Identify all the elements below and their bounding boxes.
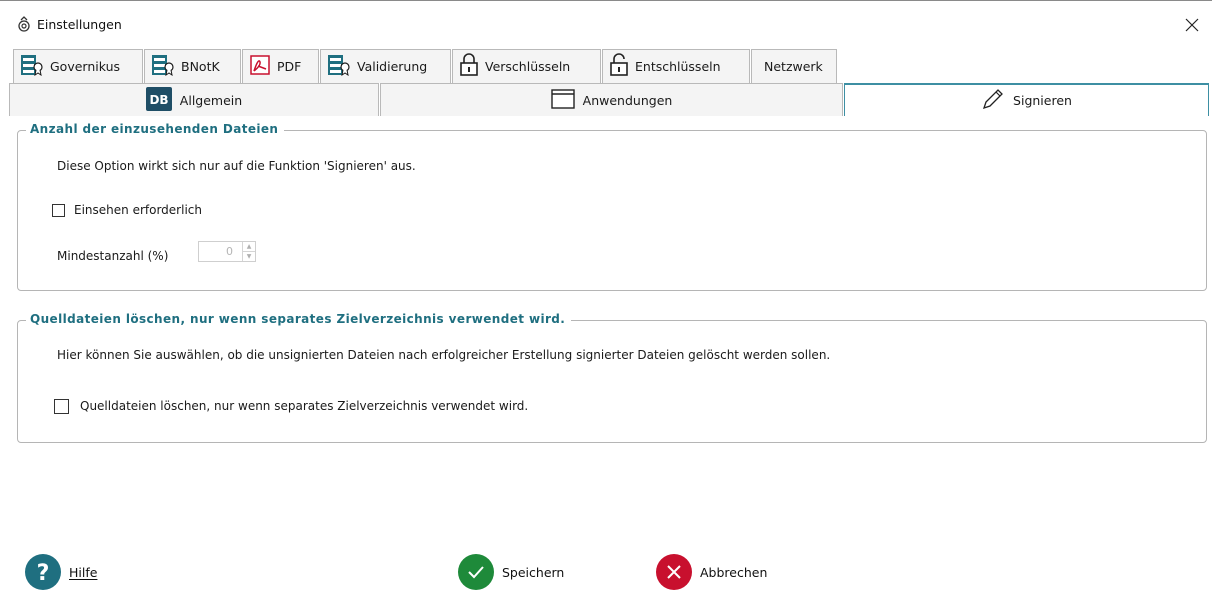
group-description: Hier können Sie auswählen, ob die unsign… — [57, 348, 831, 362]
close-button[interactable] — [1180, 13, 1204, 37]
lock-open-icon — [609, 53, 629, 80]
window-icon — [550, 88, 575, 112]
tab-netzwerk[interactable]: Netzwerk — [751, 49, 837, 83]
min-count-value: 0 — [226, 245, 233, 258]
help-icon: ? — [25, 554, 61, 590]
svg-text:?: ? — [37, 561, 50, 584]
settings-dialog: Einstellungen Governikus BNotK PDF Valid… — [0, 0, 1212, 601]
tab-label: Verschlüsseln — [485, 59, 571, 74]
min-count-label: Mindestanzahl (%) — [57, 249, 169, 263]
cancel-label: Abbrechen — [700, 564, 768, 580]
tab-allgemein[interactable]: DB Allgemein — [9, 83, 379, 116]
spinner-buttons: ▲ ▼ — [242, 242, 255, 261]
min-count-spinner[interactable]: 0 ▲ ▼ — [198, 241, 256, 262]
pdf-icon — [249, 54, 271, 79]
tab-bnotk[interactable]: BNotK — [144, 49, 241, 83]
tab-row-secondary: DB Allgemein Anwendungen Signieren — [9, 83, 1209, 116]
review-required-label: Einsehen erforderlich — [74, 203, 202, 217]
title-bar: Einstellungen — [0, 11, 1212, 39]
lock-closed-icon — [459, 53, 479, 80]
save-label: Speichern — [502, 564, 565, 580]
tab-governikus[interactable]: Governikus — [13, 49, 143, 83]
help-label: Hilfe — [69, 564, 98, 580]
close-icon — [1185, 18, 1199, 32]
window-title: Einstellungen — [37, 17, 122, 32]
tab-label: Netzwerk — [764, 59, 823, 74]
tab-signieren[interactable]: Signieren — [844, 83, 1209, 116]
tab-label: Entschlüsseln — [635, 59, 721, 74]
server-tag-icon — [151, 54, 175, 79]
tab-anwendungen[interactable]: Anwendungen — [380, 83, 843, 116]
review-required-checkbox[interactable] — [52, 204, 65, 217]
tab-label: BNotK — [181, 59, 220, 74]
help-button[interactable]: ? Hilfe — [25, 554, 97, 590]
tab-label: Signieren — [1013, 93, 1072, 108]
tab-pdf[interactable]: PDF — [242, 49, 319, 83]
tab-label: Governikus — [50, 59, 121, 74]
delete-source-checkbox[interactable] — [54, 399, 69, 414]
tab-label: Allgemein — [179, 92, 243, 108]
tab-label: Validierung — [357, 59, 428, 74]
svg-text:DB: DB — [149, 93, 168, 107]
tab-label: Anwendungen — [582, 92, 673, 108]
db-icon: DB — [145, 86, 172, 114]
cancel-button[interactable]: Abbrechen — [656, 554, 767, 590]
save-button[interactable]: Speichern — [458, 554, 564, 590]
tab-verschluesseln[interactable]: Verschlüsseln — [452, 49, 601, 83]
delete-source-label: Quelldateien löschen, nur wenn separates… — [80, 399, 529, 413]
pen-icon — [981, 87, 1005, 114]
checkmark-icon — [458, 554, 494, 590]
server-tag-icon — [327, 54, 351, 79]
group-delete-source: Quelldateien löschen, nur wenn separates… — [17, 312, 1207, 443]
app-icon — [17, 16, 31, 32]
spinner-down-button[interactable]: ▼ — [243, 252, 255, 261]
spinner-up-button[interactable]: ▲ — [243, 242, 255, 252]
tab-validierung[interactable]: Validierung — [320, 49, 451, 83]
group-title: Anzahl der einzusehenden Dateien — [26, 122, 285, 136]
tab-entschluesseln[interactable]: Entschlüsseln — [602, 49, 750, 83]
group-description: Diese Option wirkt sich nur auf die Funk… — [57, 159, 416, 173]
tab-label: PDF — [277, 59, 302, 74]
group-title: Quelldateien löschen, nur wenn separates… — [26, 312, 572, 326]
server-tag-icon — [20, 54, 44, 79]
cross-icon — [656, 554, 692, 590]
